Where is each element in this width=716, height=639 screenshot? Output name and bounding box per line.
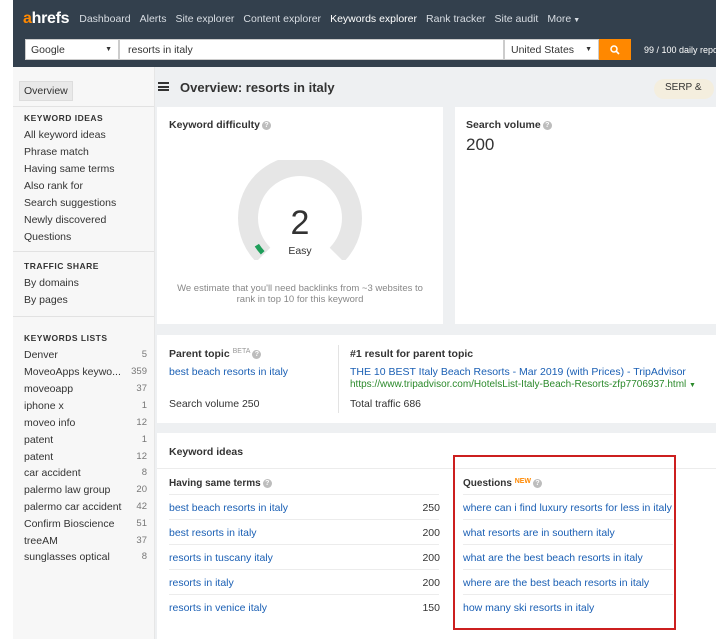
search-engine-select[interactable]: Google ▼ [25,39,119,60]
parent-topic-card: Parent topic BETA? best beach resorts in… [157,335,716,423]
card-title: Keyword difficulty? [169,119,272,131]
card-title: Search volume? [466,119,552,131]
nav-site-audit[interactable]: Site audit [495,13,539,25]
same-terms-keyword[interactable]: best beach resorts in italy [169,502,288,514]
total-traffic: Total traffic 686 [350,398,422,410]
nav-dashboard[interactable]: Dashboard [79,13,130,25]
keyword-list-item[interactable]: MoveoApps keywo... 359 [24,366,147,378]
top-result-link[interactable]: THE 10 BEST Italy Beach Resorts - Mar 20… [350,366,686,378]
help-icon[interactable]: ? [262,479,272,488]
section-keywords-lists: KEYWORDS LISTS [24,333,108,343]
card-title: Parent topic BETA? [169,348,262,360]
nav-content-explorer[interactable]: Content explorer [243,13,321,25]
same-terms-volume: 200 [422,527,440,539]
search-bar: Google ▼ resorts in italy United States ▼ … [13,37,716,67]
keyword-list-item[interactable]: sunglasses optical 8 [24,551,147,563]
divider [13,316,154,317]
keyword-list-item[interactable]: iphone x1 [24,400,147,412]
search-volume-card: Search volume? 200 [455,107,716,324]
column-header-same-terms: Having same terms? [169,478,272,489]
sidebar-item-by-domains[interactable]: By domains [24,277,79,289]
sidebar-item-all-keyword-ideas[interactable]: All keyword ideas [24,129,106,141]
sidebar-overview[interactable]: Overview [19,81,73,101]
help-icon[interactable]: ? [542,121,552,130]
keyword-list-item[interactable]: car accident 8 [24,467,147,479]
divider [169,494,439,495]
sidebar-item-phrase-match[interactable]: Phrase match [24,146,89,158]
divider [13,106,154,107]
same-terms-volume: 200 [422,552,440,564]
help-icon[interactable]: ? [262,121,272,130]
keyword-list-item[interactable]: Denver 5 [24,349,147,361]
caret-down-icon: ▼ [573,16,581,24]
nav-keywords-explorer[interactable]: Keywords explorer [330,13,417,25]
keyword-list-item[interactable]: Confirm Bioscience 51 [24,518,147,530]
parent-topic-link[interactable]: best beach resorts in italy [169,366,288,378]
keyword-list-item[interactable]: palermo law group 20 [24,484,147,496]
keyword-difficulty-card: Keyword difficulty? 2 Easy We estimate t… [157,107,443,324]
page-header: Overview: resorts in italy SERP & [155,67,716,105]
ahrefs-logo[interactable]: ahrefs [23,10,70,28]
divider [169,569,439,570]
difficulty-label: Easy [288,245,312,257]
usage-counter: 99 / 100 daily repor [644,45,716,55]
section-traffic-share: TRAFFIC SHARE [24,261,99,271]
keyword-input[interactable]: resorts in italy [119,39,504,60]
caret-down-icon: ▼ [105,46,112,53]
divider [338,345,339,413]
same-terms-volume: 150 [422,602,440,614]
same-terms-volume: 200 [422,577,440,589]
keyword-list-item[interactable]: patent 12 [24,451,147,463]
same-terms-keyword[interactable]: resorts in tuscany italy [169,552,273,564]
same-terms-keyword[interactable]: resorts in venice italy [169,602,267,614]
search-volume-value: 200 [466,135,495,154]
section-keyword-ideas: KEYWORD IDEAS [24,113,104,123]
difficulty-value: 2 [290,204,310,242]
keyword-list-item[interactable]: treeAM 37 [24,535,147,547]
sidebar-item-also-rank-for[interactable]: Also rank for [24,180,83,192]
nav-more[interactable]: More ▼ [547,13,580,25]
same-terms-keyword[interactable]: resorts in italy [169,577,234,589]
divider [169,544,439,545]
top-result-url[interactable]: https://www.tripadvisor.com/HotelsList-I… [350,379,696,390]
questions-highlight-box [453,455,676,630]
keyword-list-item[interactable]: patent 1 [24,434,147,446]
nav-site-explorer[interactable]: Site explorer [175,13,234,25]
divider [169,519,439,520]
menu-icon[interactable] [158,82,169,91]
result-title: #1 result for parent topic [350,348,474,360]
search-button[interactable] [599,39,631,60]
serp-button[interactable]: SERP & [654,79,714,99]
sidebar-item-questions[interactable]: Questions [24,231,71,243]
card-title: Keyword ideas [169,446,244,458]
caret-down-icon[interactable]: ▼ [689,382,696,389]
keyword-list-item[interactable]: palermo car accident 42 [24,501,147,513]
sidebar-item-newly-discovered[interactable]: Newly discovered [24,214,106,226]
country-select[interactable]: United States ▼ [504,39,599,60]
sidebar-item-by-pages[interactable]: By pages [24,294,68,306]
top-navigation: ahrefs Dashboard Alerts Site explorer Co… [13,0,716,37]
keyword-list-item[interactable]: moveo info 12 [24,417,147,429]
keyword-list-item[interactable]: moveoapp 37 [24,383,147,395]
page-title: Overview: resorts in italy [180,80,335,95]
sidebar-item-having-same-terms[interactable]: Having same terms [24,163,114,175]
search-icon [610,44,620,55]
help-icon[interactable]: ? [252,350,262,359]
nav-rank-tracker[interactable]: Rank tracker [426,13,486,25]
sidebar: Overview KEYWORD IDEAS All keyword ideas… [13,67,155,639]
difficulty-note: We estimate that you'll need backlinks f… [177,283,423,305]
sidebar-item-search-suggestions[interactable]: Search suggestions [24,197,116,209]
parent-topic-volume: Search volume 250 [169,398,260,410]
divider [169,594,439,595]
divider [13,251,154,252]
caret-down-icon: ▼ [585,46,592,53]
nav-alerts[interactable]: Alerts [140,13,167,25]
same-terms-keyword[interactable]: best resorts in italy [169,527,257,539]
same-terms-volume: 250 [422,502,440,514]
